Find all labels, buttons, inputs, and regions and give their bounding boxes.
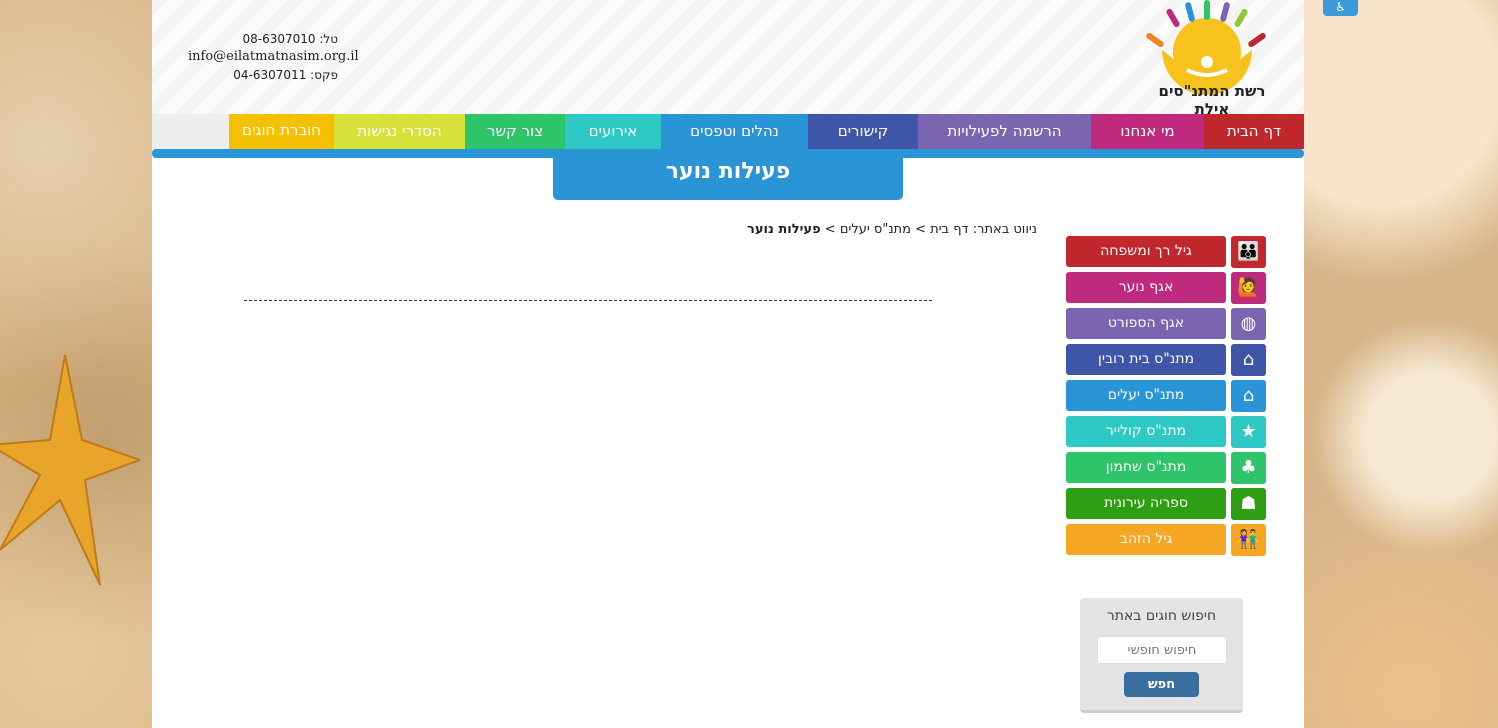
nav-item-events[interactable]: אירועים (565, 114, 661, 149)
nav-item-about[interactable]: מי אנחנו (1091, 114, 1204, 149)
sand-background-left (0, 0, 152, 728)
sidebar-item-youth[interactable]: אגף נוער 🙋 (1066, 272, 1266, 304)
sidebar-item-yaalim[interactable]: מתנ"ס יעלים ⌂ (1066, 380, 1266, 412)
breadcrumb-section[interactable]: מתנ"ס יעלים (840, 222, 911, 237)
sidebar-item-beit-rubin[interactable]: מתנ"ס בית רובין ⌂ (1066, 344, 1266, 376)
breadcrumb-separator: > (915, 222, 926, 237)
sidebar-item-sport[interactable]: אגף הספורט ◍ (1066, 308, 1266, 340)
search-title: חיפוש חוגים באתר (1106, 608, 1217, 624)
search-button[interactable]: חפש (1124, 672, 1199, 697)
nav-item-booklet[interactable]: חוברת חוגים (229, 114, 334, 149)
house-heart-icon[interactable]: ⌂ (1231, 344, 1266, 376)
nav-item-procedures[interactable]: נהלים וטפסים (661, 114, 808, 149)
breadcrumb-prefix: ניווט באתר: (972, 222, 1037, 237)
search-input[interactable] (1097, 636, 1227, 664)
sidebar-item-label[interactable]: מתנ"ס קולייר (1066, 416, 1226, 447)
sidebar-item-label[interactable]: גיל רך ומשפחה (1066, 236, 1226, 267)
house-clover-icon[interactable]: ♣ (1231, 452, 1266, 484)
sidebar-item-library[interactable]: ספריה עירונית ☗ (1066, 488, 1266, 520)
breadcrumb-current: פעילות נוער (747, 222, 821, 237)
sidebar-item-early-childhood[interactable]: גיל רך ומשפחה 👪 (1066, 236, 1266, 268)
nav-item-contact[interactable]: צור קשר (465, 114, 565, 149)
starfish-decoration (0, 354, 140, 586)
house-circle-icon[interactable]: ⌂ (1231, 380, 1266, 412)
accessibility-icon[interactable]: ♿ (1323, 0, 1358, 16)
elderly-icon[interactable]: 👫 (1231, 524, 1266, 556)
contact-info: טל: 08-6307010 info@eilatmatnasim.org.il… (188, 30, 359, 84)
page-container: טל: 08-6307010 info@eilatmatnasim.org.il… (152, 0, 1304, 728)
reader-icon[interactable]: ☗ (1231, 488, 1266, 520)
phone-text: טל: 08-6307010 (242, 32, 338, 46)
header: טל: 08-6307010 info@eilatmatnasim.org.il… (152, 0, 1304, 118)
sidebar-item-label[interactable]: אגף הספורט (1066, 308, 1226, 339)
sidebar-item-label[interactable]: ספריה עירונית (1066, 488, 1226, 519)
basketball-icon[interactable]: ◍ (1231, 308, 1266, 340)
logo-text: רשת המתנ"סים אילת (1158, 82, 1266, 118)
nav-item-registration[interactable]: הרשמה לפעילויות (918, 114, 1091, 149)
sidebar-item-shachmon[interactable]: מתנ"ס שחמון ♣ (1066, 452, 1266, 484)
search-box: חיפוש חוגים באתר חפש (1080, 598, 1243, 713)
sand-background-right (1304, 0, 1498, 728)
family-icon[interactable]: 👪 (1231, 236, 1266, 268)
breadcrumb-separator: > (824, 222, 836, 237)
sidebar-item-label[interactable]: מתנ"ס יעלים (1066, 380, 1226, 411)
nav-item-accessibility[interactable]: הסדרי נגישות (334, 114, 465, 149)
sidebar-item-label[interactable]: אגף נוער (1066, 272, 1226, 303)
breadcrumb-home[interactable]: דף בית (930, 222, 969, 237)
sidebar-item-collier[interactable]: מתנ"ס קולייר ★ (1066, 416, 1266, 448)
email-link[interactable]: info@eilatmatnasim.org.il (188, 48, 359, 66)
sidebar-item-label[interactable]: מתנ"ס שחמון (1066, 452, 1226, 483)
page-title: פעילות נוער (553, 155, 903, 200)
sidebar-item-label[interactable]: מתנ"ס בית רובין (1066, 344, 1226, 375)
sidebar-item-label[interactable]: גיל הזהב (1066, 524, 1226, 555)
youth-icon[interactable]: 🙋 (1231, 272, 1266, 304)
breadcrumb: ניווט באתר: דף בית > מתנ"ס יעלים > פעילו… (652, 222, 1037, 237)
content-divider (244, 300, 932, 301)
fax-text: פקס: 04-6307011 (233, 68, 338, 82)
nav-item-links[interactable]: קישורים (808, 114, 918, 149)
main-nav: דף הבית מי אנחנו הרשמה לפעילויות קישורים… (152, 114, 1304, 149)
sidebar-item-golden-age[interactable]: גיל הזהב 👫 (1066, 524, 1266, 556)
nav-item-home[interactable]: דף הבית (1204, 114, 1304, 149)
house-star-icon[interactable]: ★ (1231, 416, 1266, 448)
